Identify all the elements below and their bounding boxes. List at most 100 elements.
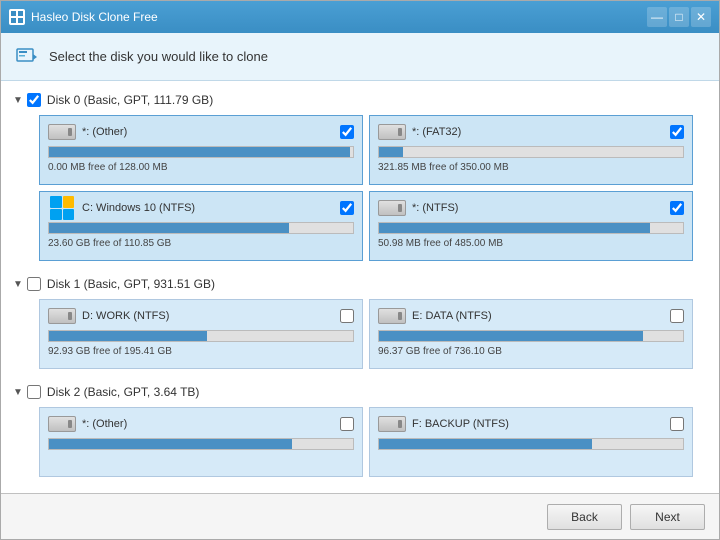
next-button[interactable]: Next bbox=[630, 504, 705, 530]
partition-left-1-0: D: WORK (NTFS) bbox=[48, 306, 169, 326]
partition-card-2-0: *: (Other) bbox=[39, 407, 363, 477]
partition-name-2-0: *: (Other) bbox=[82, 418, 127, 430]
disk-section-0: ▼ Disk 0 (Basic, GPT, 111.79 GB) *: (Oth… bbox=[11, 89, 709, 265]
disk-checkbox-1[interactable] bbox=[27, 277, 41, 291]
partition-checkbox-0-2[interactable] bbox=[340, 201, 354, 215]
partition-free-0-1: 321.85 MB free of 350.00 MB bbox=[378, 162, 684, 173]
disk-checkbox-2[interactable] bbox=[27, 385, 41, 399]
footer: Back Next bbox=[1, 493, 719, 539]
partition-free-0-2: 23.60 GB free of 110.85 GB bbox=[48, 238, 354, 249]
disk-label-1: Disk 1 (Basic, GPT, 931.51 GB) bbox=[47, 277, 215, 291]
partition-checkbox-0-1[interactable] bbox=[670, 125, 684, 139]
partition-checkbox-0-0[interactable] bbox=[340, 125, 354, 139]
partition-free-0-0: 0.00 MB free of 128.00 MB bbox=[48, 162, 354, 173]
partition-name-1-1: E: DATA (NTFS) bbox=[412, 310, 492, 322]
disk-header-2[interactable]: ▼ Disk 2 (Basic, GPT, 3.64 TB) bbox=[11, 381, 709, 403]
main-window: Hasleo Disk Clone Free — □ ✕ Select the … bbox=[0, 0, 720, 540]
expand-arrow-2: ▼ bbox=[13, 387, 23, 398]
partition-icon-2-1 bbox=[378, 414, 406, 434]
disk-section-2: ▼ Disk 2 (Basic, GPT, 3.64 TB) *: (Other… bbox=[11, 381, 709, 481]
partition-left-2-0: *: (Other) bbox=[48, 414, 127, 434]
partition-top-0-0: *: (Other) bbox=[48, 122, 354, 142]
partition-top-0-2: C: Windows 10 (NTFS) bbox=[48, 198, 354, 218]
partition-left-0-2: C: Windows 10 (NTFS) bbox=[48, 198, 195, 218]
partition-free-0-3: 50.98 MB free of 485.00 MB bbox=[378, 238, 684, 249]
partition-top-0-3: *: (NTFS) bbox=[378, 198, 684, 218]
partition-free-1-0: 92.93 GB free of 195.41 GB bbox=[48, 346, 354, 357]
expand-arrow-1: ▼ bbox=[13, 279, 23, 290]
partition-name-2-1: F: BACKUP (NTFS) bbox=[412, 418, 509, 430]
disk-section-1: ▼ Disk 1 (Basic, GPT, 931.51 GB) D: WORK… bbox=[11, 273, 709, 373]
partition-top-1-0: D: WORK (NTFS) bbox=[48, 306, 354, 326]
partition-checkbox-0-3[interactable] bbox=[670, 201, 684, 215]
partition-checkbox-1-1[interactable] bbox=[670, 309, 684, 323]
progress-bar-1-1 bbox=[378, 330, 684, 342]
progress-bar-0-1 bbox=[378, 146, 684, 158]
partition-top-1-1: E: DATA (NTFS) bbox=[378, 306, 684, 326]
header-bar: Select the disk you would like to clone bbox=[1, 33, 719, 81]
window-title: Hasleo Disk Clone Free bbox=[31, 10, 647, 24]
partition-icon-0-3 bbox=[378, 198, 406, 218]
partition-left-0-3: *: (NTFS) bbox=[378, 198, 458, 218]
partition-checkbox-2-1[interactable] bbox=[670, 417, 684, 431]
partition-card-1-0: D: WORK (NTFS) 92.93 GB free of 195.41 G… bbox=[39, 299, 363, 369]
partition-top-2-1: F: BACKUP (NTFS) bbox=[378, 414, 684, 434]
progress-fill-2-0 bbox=[49, 439, 292, 449]
partition-left-0-0: *: (Other) bbox=[48, 122, 127, 142]
partition-checkbox-2-0[interactable] bbox=[340, 417, 354, 431]
disk-header-1[interactable]: ▼ Disk 1 (Basic, GPT, 931.51 GB) bbox=[11, 273, 709, 295]
partition-card-2-1: F: BACKUP (NTFS) bbox=[369, 407, 693, 477]
partition-card-0-2: C: Windows 10 (NTFS) 23.60 GB free of 11… bbox=[39, 191, 363, 261]
expand-arrow-0: ▼ bbox=[13, 95, 23, 106]
progress-fill-1-0 bbox=[49, 331, 207, 341]
close-button[interactable]: ✕ bbox=[691, 7, 711, 27]
disk-label-2: Disk 2 (Basic, GPT, 3.64 TB) bbox=[47, 385, 200, 399]
partition-name-0-2: C: Windows 10 (NTFS) bbox=[82, 202, 195, 214]
partition-top-2-0: *: (Other) bbox=[48, 414, 354, 434]
app-icon bbox=[9, 9, 25, 25]
progress-fill-0-0 bbox=[49, 147, 350, 157]
partition-card-0-3: *: (NTFS) 50.98 MB free of 485.00 MB bbox=[369, 191, 693, 261]
progress-fill-0-1 bbox=[379, 147, 403, 157]
partitions-grid-2: *: (Other) bbox=[11, 403, 709, 481]
minimize-button[interactable]: — bbox=[647, 7, 667, 27]
partition-name-0-0: *: (Other) bbox=[82, 126, 127, 138]
disk-label-0: Disk 0 (Basic, GPT, 111.79 GB) bbox=[47, 93, 213, 107]
partition-icon-0-0 bbox=[48, 122, 76, 142]
partition-checkbox-1-0[interactable] bbox=[340, 309, 354, 323]
progress-fill-0-3 bbox=[379, 223, 650, 233]
partition-left-1-1: E: DATA (NTFS) bbox=[378, 306, 492, 326]
partition-card-0-1: *: (FAT32) 321.85 MB free of 350.00 MB bbox=[369, 115, 693, 185]
partition-icon-0-1 bbox=[378, 122, 406, 142]
progress-bar-0-0 bbox=[48, 146, 354, 158]
progress-bar-1-0 bbox=[48, 330, 354, 342]
partition-card-0-0: *: (Other) 0.00 MB free of 128.00 MB bbox=[39, 115, 363, 185]
progress-fill-0-2 bbox=[49, 223, 289, 233]
progress-bar-2-0 bbox=[48, 438, 354, 450]
partitions-grid-1: D: WORK (NTFS) 92.93 GB free of 195.41 G… bbox=[11, 295, 709, 373]
partitions-grid-0: *: (Other) 0.00 MB free of 128.00 MB bbox=[11, 111, 709, 265]
maximize-button[interactable]: □ bbox=[669, 7, 689, 27]
progress-bar-2-1 bbox=[378, 438, 684, 450]
header-text: Select the disk you would like to clone bbox=[49, 49, 268, 64]
partition-icon-0-2 bbox=[48, 198, 76, 218]
partition-name-0-3: *: (NTFS) bbox=[412, 202, 458, 214]
header-icon bbox=[15, 45, 39, 69]
partition-icon-2-0 bbox=[48, 414, 76, 434]
progress-bar-0-2 bbox=[48, 222, 354, 234]
back-button[interactable]: Back bbox=[547, 504, 622, 530]
titlebar: Hasleo Disk Clone Free — □ ✕ bbox=[1, 1, 719, 33]
disk-header-0[interactable]: ▼ Disk 0 (Basic, GPT, 111.79 GB) bbox=[11, 89, 709, 111]
disk-list: ▼ Disk 0 (Basic, GPT, 111.79 GB) *: (Oth… bbox=[1, 81, 719, 493]
partition-name-1-0: D: WORK (NTFS) bbox=[82, 310, 169, 322]
partition-icon-1-1 bbox=[378, 306, 406, 326]
partition-card-1-1: E: DATA (NTFS) 96.37 GB free of 736.10 G… bbox=[369, 299, 693, 369]
disk-checkbox-0[interactable] bbox=[27, 93, 41, 107]
progress-bar-0-3 bbox=[378, 222, 684, 234]
progress-fill-2-1 bbox=[379, 439, 592, 449]
partition-left-2-1: F: BACKUP (NTFS) bbox=[378, 414, 509, 434]
progress-fill-1-1 bbox=[379, 331, 643, 341]
partition-top-0-1: *: (FAT32) bbox=[378, 122, 684, 142]
partition-left-0-1: *: (FAT32) bbox=[378, 122, 461, 142]
window-controls: — □ ✕ bbox=[647, 7, 711, 27]
